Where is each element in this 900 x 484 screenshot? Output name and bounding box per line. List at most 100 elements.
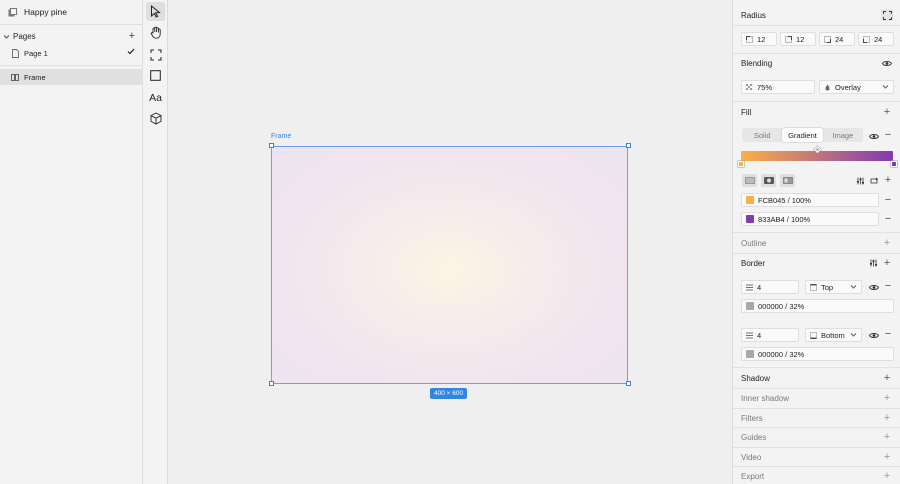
layer-item-frame[interactable]: Frame [0,69,143,85]
radial-gradient-button[interactable] [761,174,776,187]
remove-border-icon[interactable]: − [882,280,894,292]
gradient-stop-1-field[interactable]: FCB045 / 100% [741,193,879,207]
frame-tool[interactable] [146,45,165,64]
chevron-down-icon[interactable] [3,33,10,40]
add-border-icon[interactable]: + [881,257,893,269]
add-page-icon[interactable]: + [129,30,135,42]
remove-fill-icon[interactable]: − [882,129,894,141]
independent-corners-icon[interactable] [881,9,893,21]
linear-gradient-button[interactable] [742,174,757,187]
gradient-stop-2-field[interactable]: 833AB4 / 100% [741,212,879,226]
selected-frame[interactable] [271,146,628,384]
angular-gradient-button[interactable] [780,174,795,187]
select-tool[interactable] [146,2,165,21]
resize-handle-top-left[interactable] [269,143,274,148]
resize-handle-top-right[interactable] [626,143,631,148]
text-tool[interactable]: Aa [146,88,165,107]
resize-handle-bottom-right[interactable] [626,381,631,386]
frame-label[interactable]: Frame [271,133,291,140]
page-item[interactable]: Page 1 [0,46,143,60]
tool-strip: Aa [143,0,168,484]
border-section-header: Border + [733,255,900,271]
gradient-stop-start[interactable] [738,161,744,167]
radius-bottom-right-input[interactable]: 24 [819,32,855,46]
stroke-weight-icon [746,284,753,291]
opacity-input[interactable]: 75% [741,80,815,94]
tab-gradient[interactable]: Gradient [782,128,823,142]
add-filter-icon[interactable]: + [881,412,893,424]
filters-section-header[interactable]: Filters + [733,410,900,426]
eye-icon[interactable] [868,130,880,142]
text-icon: Aa [149,91,162,104]
eye-icon[interactable] [868,329,880,341]
adjust-icon[interactable] [854,175,866,187]
blend-mode-select[interactable]: Overlay [819,80,894,94]
color-swatch[interactable] [746,196,754,204]
add-shadow-icon[interactable]: + [881,372,893,384]
opacity-value: 75% [757,82,773,92]
divider [733,466,900,467]
radius-top-right-input[interactable]: 12 [780,32,816,46]
angular-gradient-icon [782,177,793,184]
border-width-input[interactable]: 4 [741,280,799,294]
video-section-header[interactable]: Video + [733,449,900,465]
opacity-icon [746,83,753,91]
stop-separator: / [787,195,790,205]
add-inner-shadow-icon[interactable]: + [881,392,893,404]
hand-tool[interactable] [146,23,165,42]
rectangle-tool[interactable] [146,66,165,85]
export-title: Export [741,471,765,481]
color-swatch[interactable] [746,215,754,223]
tab-solid[interactable]: Solid [742,128,782,142]
shadow-title: Shadow [741,373,770,383]
3d-tool[interactable] [146,109,165,128]
add-outline-icon[interactable]: + [881,237,893,249]
fill-type-tabs: Solid Gradient Image [742,128,863,142]
eye-icon[interactable] [868,281,880,293]
video-title: Video [741,452,762,462]
remove-stop-icon[interactable]: − [882,194,894,206]
add-export-icon[interactable]: + [881,470,893,482]
tab-image[interactable]: Image [823,128,863,142]
rectangle-icon [150,70,161,81]
border-width-value: 4 [757,330,762,340]
remove-stop-icon[interactable]: − [882,213,894,225]
divider [733,25,900,26]
adjust-icon[interactable] [867,257,879,269]
radius-top-left-input[interactable]: 12 [741,32,777,46]
add-fill-icon[interactable]: + [881,106,893,118]
inner-shadow-section-header[interactable]: Inner shadow + [733,390,900,406]
border-color-field[interactable]: 000000 / 32% [741,347,894,361]
border-opacity: 32% [789,349,805,359]
shadow-section-header[interactable]: Shadow + [733,370,900,386]
border-width-input[interactable]: 4 [741,328,799,342]
add-stop-icon[interactable]: + [882,174,894,186]
hand-icon [150,26,161,39]
app-title: Happy pine [24,7,68,17]
gradient-stop-end[interactable] [891,161,897,167]
color-swatch[interactable] [746,302,754,310]
radius-value: 24 [835,34,844,44]
blending-title: Blending [741,58,773,68]
pages-header[interactable]: Pages + [0,29,143,43]
border-color-field[interactable]: 000000 / 32% [741,299,894,313]
border-side-value: Top [821,282,834,292]
border-side-select[interactable]: Top [805,280,862,294]
remove-border-icon[interactable]: − [882,328,894,340]
add-video-icon[interactable]: + [881,451,893,463]
guides-section-header[interactable]: Guides + [733,429,900,445]
border-hex: 000000 [758,349,784,359]
border-side-select[interactable]: Bottom [805,328,862,342]
color-swatch[interactable] [746,350,754,358]
canvas[interactable]: Frame 400 × 600 [168,0,732,484]
resize-handle-bottom-left[interactable] [269,381,274,386]
app-title-bar[interactable]: Happy pine [0,0,143,25]
add-guide-icon[interactable]: + [881,431,893,443]
rotate-gradient-icon[interactable] [868,175,880,187]
export-section-header[interactable]: Export + [733,468,900,484]
radius-section-header: Radius [733,7,900,23]
outline-section-header[interactable]: Outline + [733,235,900,251]
radius-bottom-left-input[interactable]: 24 [858,32,894,46]
corner-bottom-right-icon [824,35,831,43]
eye-icon[interactable] [881,57,893,69]
